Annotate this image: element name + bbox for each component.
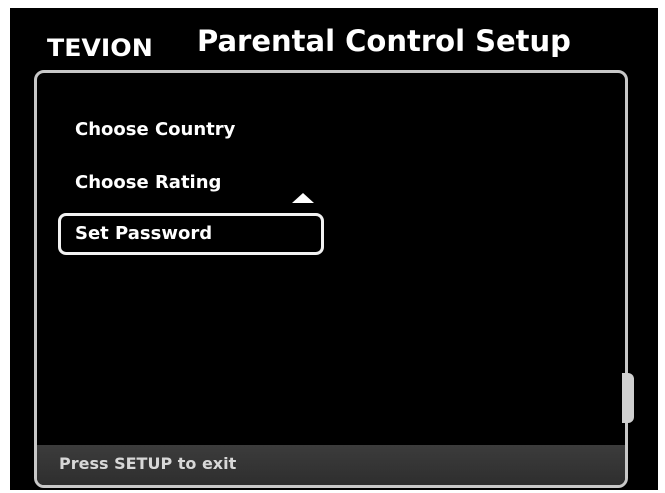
menu-item-choose-rating[interactable]: Choose Rating [75,172,221,193]
menu-item-set-password-label: Set Password [75,223,213,244]
triangle-up-icon [292,193,314,203]
menu-item-set-password-selected[interactable]: Set Password [58,213,324,255]
tv-screen: TEVION Parental Control Setup Choose Cou… [10,8,658,490]
parental-control-menu-panel: Choose Country Choose Rating Set Passwor… [34,70,628,488]
menu-item-choose-country[interactable]: Choose Country [75,119,235,140]
background-object [622,373,634,423]
footer-bar: Press SETUP to exit [37,445,625,485]
header: TEVION Parental Control Setup [10,8,658,78]
brand-logo: TEVION [47,34,153,62]
page-title: Parental Control Setup [197,24,571,58]
footer-hint: Press SETUP to exit [59,454,237,473]
